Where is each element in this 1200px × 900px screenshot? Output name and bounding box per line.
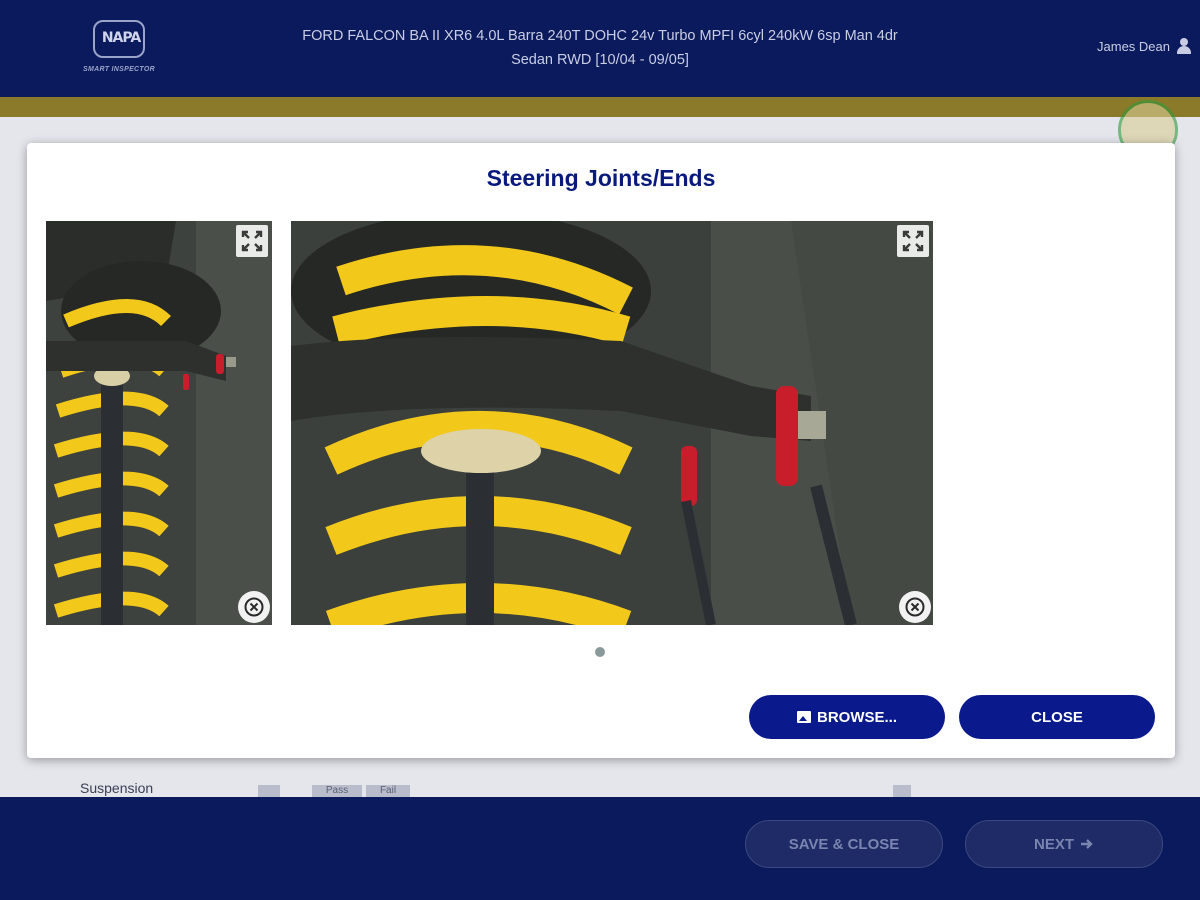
user-menu[interactable]: James Dean bbox=[1097, 38, 1192, 54]
app-header: NAPA SMART INSPECTOR FORD FALCON BA II X… bbox=[0, 0, 1200, 97]
user-name: James Dean bbox=[1097, 38, 1170, 54]
vehicle-line-2: Sedan RWD [10/04 - 09/05] bbox=[511, 52, 689, 68]
close-button[interactable]: CLOSE bbox=[959, 695, 1155, 739]
close-label: CLOSE bbox=[1031, 708, 1083, 726]
vehicle-title: FORD FALCON BA II XR6 4.0L Barra 240T DO… bbox=[255, 24, 945, 72]
expand-button[interactable] bbox=[236, 225, 268, 257]
checkbox-stub bbox=[258, 785, 280, 797]
suspension-photo-2[interactable] bbox=[291, 221, 933, 625]
pass-toggle[interactable]: Pass bbox=[312, 785, 362, 797]
user-icon bbox=[1176, 38, 1192, 54]
photo-2-image bbox=[291, 221, 933, 625]
expand-icon bbox=[241, 230, 263, 252]
napa-logo: NAPA SMART INSPECTOR bbox=[78, 20, 160, 80]
note-icon bbox=[893, 785, 911, 797]
logo-badge: NAPA bbox=[93, 20, 145, 58]
vehicle-line-1: FORD FALCON BA II XR6 4.0L Barra 240T DO… bbox=[302, 28, 898, 44]
save-close-button[interactable]: SAVE & CLOSE bbox=[745, 820, 943, 868]
next-button[interactable]: NEXT bbox=[965, 820, 1163, 868]
modal-title: Steering Joints/Ends bbox=[486, 165, 716, 191]
delete-icon bbox=[905, 597, 925, 617]
photo-modal: Steering Joints/Ends BROWSE... CLOSE bbox=[27, 143, 1175, 758]
delete-photo-button[interactable] bbox=[899, 591, 931, 623]
image-icon bbox=[796, 711, 811, 723]
delete-icon bbox=[244, 597, 264, 617]
app-footer: SAVE & CLOSE NEXT bbox=[0, 797, 1200, 900]
save-close-label: SAVE & CLOSE bbox=[788, 835, 900, 853]
delete-photo-button[interactable] bbox=[238, 591, 270, 623]
suspension-photo-1[interactable] bbox=[46, 221, 272, 625]
browse-button[interactable]: BROWSE... bbox=[749, 695, 945, 739]
fail-toggle[interactable]: Fail bbox=[366, 785, 410, 797]
logo-text: NAPA bbox=[101, 30, 141, 46]
progress-bar bbox=[0, 97, 1200, 117]
carousel-page-indicator[interactable] bbox=[595, 647, 605, 657]
expand-button[interactable] bbox=[897, 225, 929, 257]
section-label-suspension: Suspension bbox=[80, 780, 154, 796]
arrow-right-icon bbox=[1081, 839, 1093, 849]
browse-label: BROWSE... bbox=[816, 708, 897, 726]
logo-subtitle: SMART INSPECTOR bbox=[83, 66, 155, 73]
photo-1-image bbox=[46, 221, 272, 625]
next-label: NEXT bbox=[1033, 835, 1074, 853]
expand-icon bbox=[902, 230, 924, 252]
